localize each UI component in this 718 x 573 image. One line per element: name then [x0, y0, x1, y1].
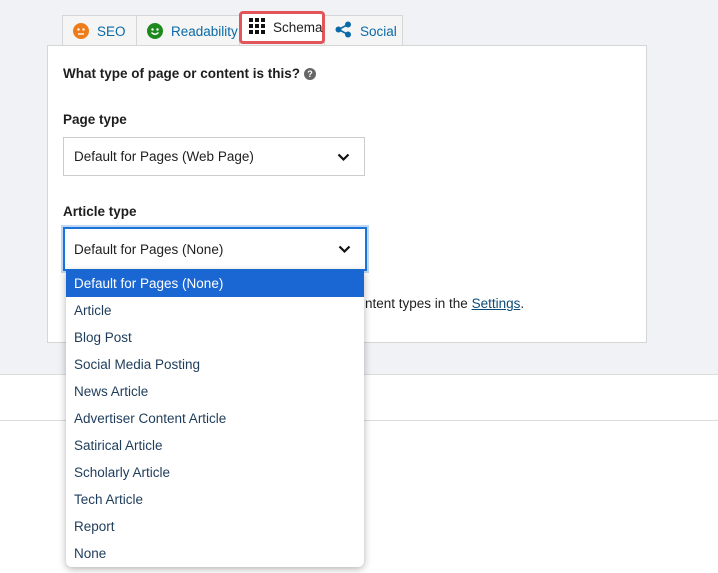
dropdown-option[interactable]: Satirical Article: [66, 432, 364, 459]
dropdown-option[interactable]: News Article: [66, 378, 364, 405]
dropdown-option[interactable]: Default for Pages (None): [66, 270, 364, 297]
settings-link[interactable]: Settings: [472, 296, 521, 311]
chevron-down-icon: [338, 245, 351, 254]
content-type-question: What type of page or content is this??: [63, 66, 317, 81]
dropdown-option[interactable]: Social Media Posting: [66, 351, 364, 378]
article-type-label: Article type: [63, 204, 137, 219]
select-value: Default for Pages (Web Page): [74, 149, 254, 164]
share-icon: [335, 21, 352, 41]
article-type-dropdown: Default for Pages (None) Article Blog Post…: [66, 270, 364, 567]
tab-seo[interactable]: SEO: [62, 15, 137, 46]
dropdown-option[interactable]: Scholarly Article: [66, 459, 364, 486]
tab-social[interactable]: Social: [324, 15, 403, 46]
dropdown-option[interactable]: Advertiser Content Article: [66, 405, 364, 432]
dropdown-option[interactable]: Article: [66, 297, 364, 324]
article-type-select[interactable]: Default for Pages (None): [63, 227, 367, 271]
grid-icon: [249, 18, 265, 37]
tab-label: Schema: [273, 20, 323, 35]
tab-label: Social: [360, 23, 397, 39]
smiley-face-icon: [147, 23, 163, 39]
neutral-face-icon: [73, 23, 89, 39]
page-type-select[interactable]: Default for Pages (Web Page): [63, 137, 365, 176]
dropdown-option[interactable]: Tech Article: [66, 486, 364, 513]
settings-hint: ntent types in the Settings.: [365, 296, 525, 311]
page-type-label: Page type: [63, 112, 127, 127]
dropdown-option[interactable]: Report: [66, 513, 364, 540]
help-icon[interactable]: ?: [304, 68, 317, 80]
select-value: Default for Pages (None): [74, 241, 224, 257]
dropdown-option[interactable]: Blog Post: [66, 324, 364, 351]
chevron-down-icon: [337, 153, 350, 161]
tab-readability[interactable]: Readability: [136, 15, 240, 46]
tab-label: Readability: [171, 23, 238, 39]
tab-label: SEO: [97, 23, 126, 39]
dropdown-option[interactable]: None: [66, 540, 364, 567]
tab-schema[interactable]: Schema: [239, 11, 325, 44]
